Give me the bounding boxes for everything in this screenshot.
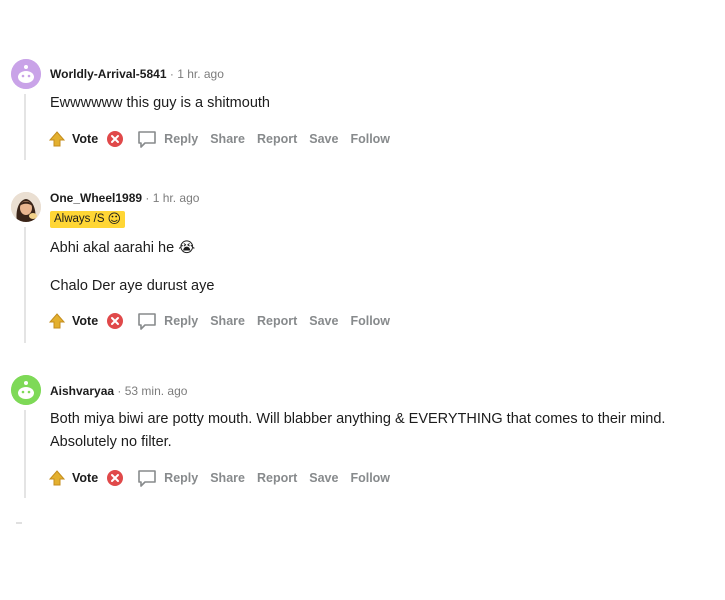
reply-button[interactable]: Reply bbox=[136, 128, 198, 150]
follow-button[interactable]: Follow bbox=[350, 471, 390, 485]
report-button[interactable]: Report bbox=[257, 471, 297, 485]
user-photo-avatar bbox=[11, 192, 41, 222]
meta-separator: · bbox=[169, 67, 174, 81]
vote-control: Vote bbox=[48, 469, 124, 487]
crying-face-icon: 😭 bbox=[178, 240, 196, 256]
timestamp[interactable]: 1 hr. ago bbox=[177, 67, 224, 81]
smiley-icon: ☺ bbox=[107, 212, 122, 227]
vote-label: Vote bbox=[72, 471, 99, 485]
upvote-icon[interactable] bbox=[48, 469, 66, 487]
user-flair: Always /S ☺ bbox=[50, 211, 126, 228]
comment-bubble-icon bbox=[138, 313, 156, 330]
upvote-icon[interactable] bbox=[48, 130, 66, 148]
comment-meta: One_Wheel1989 · 1 hr. ago bbox=[50, 191, 199, 205]
upvote-icon[interactable] bbox=[48, 312, 66, 330]
reply-button[interactable]: Reply bbox=[136, 310, 198, 332]
meta-separator: · bbox=[145, 191, 150, 205]
vote-label: Vote bbox=[72, 132, 99, 146]
avatar[interactable] bbox=[11, 375, 41, 405]
comment-text: Absolutely no filter. bbox=[50, 434, 172, 450]
report-button[interactable]: Report bbox=[257, 132, 297, 146]
vote-label: Vote bbox=[72, 314, 99, 328]
share-button[interactable]: Share bbox=[210, 314, 245, 328]
report-button[interactable]: Report bbox=[257, 314, 297, 328]
reply-label: Reply bbox=[164, 314, 199, 328]
save-button[interactable]: Save bbox=[309, 314, 338, 328]
reply-label: Reply bbox=[164, 471, 199, 485]
comment-meta: Aishvaryaa · 53 min. ago bbox=[50, 384, 187, 398]
thread-line[interactable] bbox=[24, 410, 26, 498]
thread-line[interactable] bbox=[24, 227, 26, 343]
reply-label: Reply bbox=[164, 132, 199, 146]
follow-button[interactable]: Follow bbox=[350, 132, 390, 146]
snoo-avatar-icon bbox=[11, 59, 41, 89]
downvote-icon[interactable] bbox=[106, 469, 124, 487]
author-name[interactable]: Worldly-Arrival-5841 bbox=[50, 67, 167, 81]
downvote-icon[interactable] bbox=[106, 130, 124, 148]
save-button[interactable]: Save bbox=[309, 471, 338, 485]
thread-end-marker bbox=[16, 522, 22, 524]
comment-bubble-icon bbox=[138, 470, 156, 487]
comment-text: Chalo Der aye durust aye bbox=[50, 278, 215, 294]
follow-button[interactable]: Follow bbox=[350, 314, 390, 328]
vote-control: Vote bbox=[48, 312, 124, 330]
comment-meta: Worldly-Arrival-5841 · 1 hr. ago bbox=[50, 67, 224, 81]
downvote-icon[interactable] bbox=[106, 312, 124, 330]
timestamp[interactable]: 53 min. ago bbox=[125, 384, 188, 398]
share-button[interactable]: Share bbox=[210, 132, 245, 146]
snoo-avatar-icon bbox=[11, 375, 41, 405]
comment-text-line: Abhi akal aarahi he 😭 bbox=[50, 237, 195, 260]
comment-text: Abhi akal aarahi he bbox=[50, 240, 175, 256]
share-button[interactable]: Share bbox=[210, 471, 245, 485]
comment-bubble-icon bbox=[138, 131, 156, 148]
avatar[interactable] bbox=[11, 59, 41, 89]
reply-button[interactable]: Reply bbox=[136, 467, 198, 489]
flair-text: Always /S bbox=[54, 213, 105, 225]
comment-text: Ewwwwww this guy is a shitmouth bbox=[50, 95, 270, 111]
meta-separator: · bbox=[117, 384, 122, 398]
vote-control: Vote bbox=[48, 130, 124, 148]
comment-text: Both miya biwi are potty mouth. Will bla… bbox=[50, 411, 666, 427]
avatar[interactable] bbox=[11, 192, 41, 222]
comment-actions: Vote Reply Share Report Save Follow bbox=[48, 127, 402, 151]
comment-actions: Vote Reply Share Report Save Follow bbox=[48, 466, 402, 490]
save-button[interactable]: Save bbox=[309, 132, 338, 146]
timestamp[interactable]: 1 hr. ago bbox=[153, 191, 200, 205]
comment-actions: Vote Reply Share Report Save Follow bbox=[48, 309, 402, 333]
thread-line[interactable] bbox=[24, 94, 26, 160]
author-name[interactable]: One_Wheel1989 bbox=[50, 191, 142, 205]
author-name[interactable]: Aishvaryaa bbox=[50, 384, 114, 398]
